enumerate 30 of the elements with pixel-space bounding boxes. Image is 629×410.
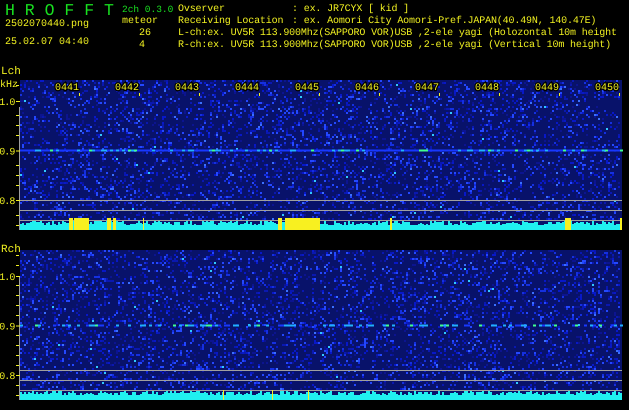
frequency-label: 1.0 — [0, 273, 14, 284]
meteor-label: meteor — [122, 16, 160, 28]
frequency-label: 0.8 — [0, 372, 14, 383]
time-label: 0443 — [174, 83, 199, 94]
frequency-label: 0.8 — [0, 197, 14, 208]
info-line: L-ch:ex. UV5R 113.900Mhz(SAPPORO VOR)USB ,2-ele yagi (Holozontal 10m height — [178, 28, 617, 40]
time-label: 0449 — [534, 83, 559, 94]
info-label: Receiving Location — [178, 16, 284, 28]
info-line: R-ch:ex. UV5R 113.900Mhz(SAPPORO VOR)USB ,2-ele yagi (Vertical 10m height) — [178, 40, 612, 52]
frequency-label: 0.9 — [0, 148, 14, 158]
date-time: 25.02.07 04:40 — [5, 37, 90, 49]
info-label: Ovserver — [178, 4, 226, 16]
channel-label: Rch — [1, 244, 21, 256]
info-value: : ex. Aomori City Aomori-Pref.JAPAN(40.49N, 140.47E) — [292, 16, 598, 28]
meteor-count: 4 — [138, 40, 146, 52]
version-label: 2ch 0.3.0 — [122, 4, 174, 16]
frequency-label: 1.0 — [0, 98, 14, 109]
time-label: 0442 — [114, 83, 139, 94]
time-label: 0445 — [294, 83, 319, 94]
info-value: : ex. JR7CYX [ kid ] — [292, 4, 410, 16]
unit-label: kHz — [0, 80, 18, 91]
time-label: 0448 — [474, 83, 499, 94]
app-title: H R O F F T — [5, 2, 115, 19]
time-label: 0441 — [54, 83, 79, 94]
meteor-count: 26 — [138, 28, 152, 40]
channel-label: Lch — [1, 66, 21, 78]
time-label: 0450 — [594, 83, 619, 94]
frequency-label: 0.9 — [0, 322, 14, 334]
time-label: 0447 — [414, 83, 439, 94]
file-name: 2502070440.png — [5, 19, 90, 31]
